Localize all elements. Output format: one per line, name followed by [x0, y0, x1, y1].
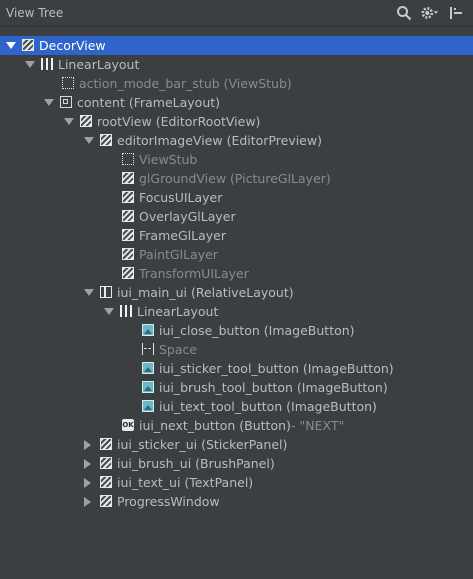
tree-node[interactable]: Space [0, 340, 473, 359]
tree-node-label: LinearLayout [58, 57, 140, 72]
tree-node-label: iui_brush_tool_button (ImageButton) [159, 380, 388, 395]
hatch-view-icon [100, 495, 112, 507]
tree-node-label: FocusUILayer [139, 190, 223, 205]
tree-node[interactable]: iui_text_tool_button (ImageButton) [0, 397, 473, 416]
settings-icon[interactable] [421, 5, 439, 21]
hatch-view-icon [22, 39, 34, 51]
tree-node-label: glGroundView (PictureGlLayer) [139, 171, 331, 186]
tree-node[interactable]: LinearLayout [0, 55, 473, 74]
tree-node-label: action_mode_bar_stub (ViewStub) [79, 76, 292, 91]
expand-arrow-icon[interactable] [6, 42, 16, 49]
hatch-view-icon [100, 438, 112, 450]
linear-view-icon [120, 305, 132, 317]
tree-node-hint: - "NEXT" [291, 418, 345, 433]
tree-node-label: PaintGlLayer [139, 247, 218, 262]
tree-node[interactable]: PaintGlLayer [0, 245, 473, 264]
tree-node[interactable]: content (FrameLayout) [0, 93, 473, 112]
image-view-icon [142, 381, 154, 393]
search-icon[interactable] [395, 5, 413, 21]
tree-node-label: DecorView [39, 38, 106, 53]
panel-title: View Tree [6, 6, 64, 20]
tree-node-label: rootView (EditorRootView) [97, 114, 261, 129]
tree-node[interactable]: iui_sticker_tool_button (ImageButton) [0, 359, 473, 378]
hatch-view-icon [122, 267, 134, 279]
tree-node-label: ViewStub [139, 152, 198, 167]
tree-node[interactable]: FrameGlLayer [0, 226, 473, 245]
hatch-view-icon [122, 248, 134, 260]
tree-node-label: iui_text_tool_button (ImageButton) [159, 399, 377, 414]
tree-node-label: LinearLayout [137, 304, 219, 319]
space-view-icon [142, 343, 154, 355]
tree-node-label: iui_text_ui (TextPanel) [117, 475, 254, 490]
tree-node[interactable]: glGroundView (PictureGlLayer) [0, 169, 473, 188]
tree-node[interactable]: LinearLayout [0, 302, 473, 321]
collapsed-arrow-icon[interactable] [84, 459, 91, 469]
header-toolbar [395, 5, 465, 21]
tree-node[interactable]: editorImageView (EditorPreview) [0, 131, 473, 150]
hatch-view-icon [122, 210, 134, 222]
tree-node-label: ProgressWindow [117, 494, 220, 509]
expand-arrow-icon[interactable] [104, 308, 114, 315]
tree-node[interactable]: iui_main_ui (RelativeLayout) [0, 283, 473, 302]
hatch-view-icon [80, 115, 92, 127]
tree-node[interactable]: FocusUILayer [0, 188, 473, 207]
expand-arrow-icon[interactable] [84, 289, 94, 296]
tree-node-label: Space [159, 342, 198, 357]
hatch-view-icon [100, 457, 112, 469]
tree-node[interactable]: iui_brush_ui (BrushPanel) [0, 454, 473, 473]
tree-node[interactable]: TransformUILayer [0, 264, 473, 283]
image-view-icon [142, 400, 154, 412]
panel-header: View Tree [0, 0, 473, 27]
hatch-view-icon [122, 172, 134, 184]
image-view-icon [142, 324, 154, 336]
collapse-icon[interactable] [447, 5, 465, 21]
tree-node[interactable]: ProgressWindow [0, 492, 473, 511]
tree-node-label: iui_brush_ui (BrushPanel) [117, 456, 275, 471]
collapsed-arrow-icon[interactable] [84, 497, 91, 507]
tree-node-label: iui_next_button (Button) [139, 418, 291, 433]
tree-node-label: iui_main_ui (RelativeLayout) [117, 285, 294, 300]
tree-node[interactable]: iui_brush_tool_button (ImageButton) [0, 378, 473, 397]
tree-node[interactable]: OverlayGlLayer [0, 207, 473, 226]
collapsed-arrow-icon[interactable] [84, 440, 91, 450]
tree-node-label: TransformUILayer [139, 266, 249, 281]
hatch-view-icon [122, 191, 134, 203]
tree-node-label: iui_close_button (ImageButton) [159, 323, 355, 338]
view-tree-panel: { "header": { "title": "View Tree" }, "t… [0, 0, 473, 579]
tree-node-label: editorImageView (EditorPreview) [117, 133, 322, 148]
tree-node-label: OverlayGlLayer [139, 209, 236, 224]
expand-arrow-icon[interactable] [25, 61, 35, 68]
tree-node[interactable]: action_mode_bar_stub (ViewStub) [0, 74, 473, 93]
ok-view-icon: OK [122, 419, 134, 431]
hatch-view-icon [100, 134, 112, 146]
expand-arrow-icon[interactable] [84, 137, 94, 144]
expand-arrow-icon[interactable] [44, 99, 54, 106]
tree-node[interactable]: OK iui_next_button (Button) - "NEXT" [0, 416, 473, 435]
tree-node-label: FrameGlLayer [139, 228, 226, 243]
tree-node[interactable]: DecorView [0, 36, 473, 55]
collapsed-arrow-icon[interactable] [84, 478, 91, 488]
expand-arrow-icon[interactable] [64, 118, 74, 125]
frame-view-icon [60, 96, 72, 108]
relative-view-icon [100, 286, 112, 298]
tree-node-label: iui_sticker_ui (StickerPanel) [117, 437, 288, 452]
tree-node-label: iui_sticker_tool_button (ImageButton) [159, 361, 394, 376]
tree-node[interactable]: iui_text_ui (TextPanel) [0, 473, 473, 492]
tree-node[interactable]: ViewStub [0, 150, 473, 169]
tree-node[interactable]: iui_sticker_ui (StickerPanel) [0, 435, 473, 454]
tree-node-label: content (FrameLayout) [77, 95, 221, 110]
tree-node[interactable]: iui_close_button (ImageButton) [0, 321, 473, 340]
hatch-view-icon [122, 229, 134, 241]
hatch-view-icon [100, 476, 112, 488]
linear-view-icon [41, 58, 53, 70]
tree-node[interactable]: rootView (EditorRootView) [0, 112, 473, 131]
dotted-view-icon [122, 153, 134, 165]
image-view-icon [142, 362, 154, 374]
dotted-view-icon [62, 77, 74, 89]
